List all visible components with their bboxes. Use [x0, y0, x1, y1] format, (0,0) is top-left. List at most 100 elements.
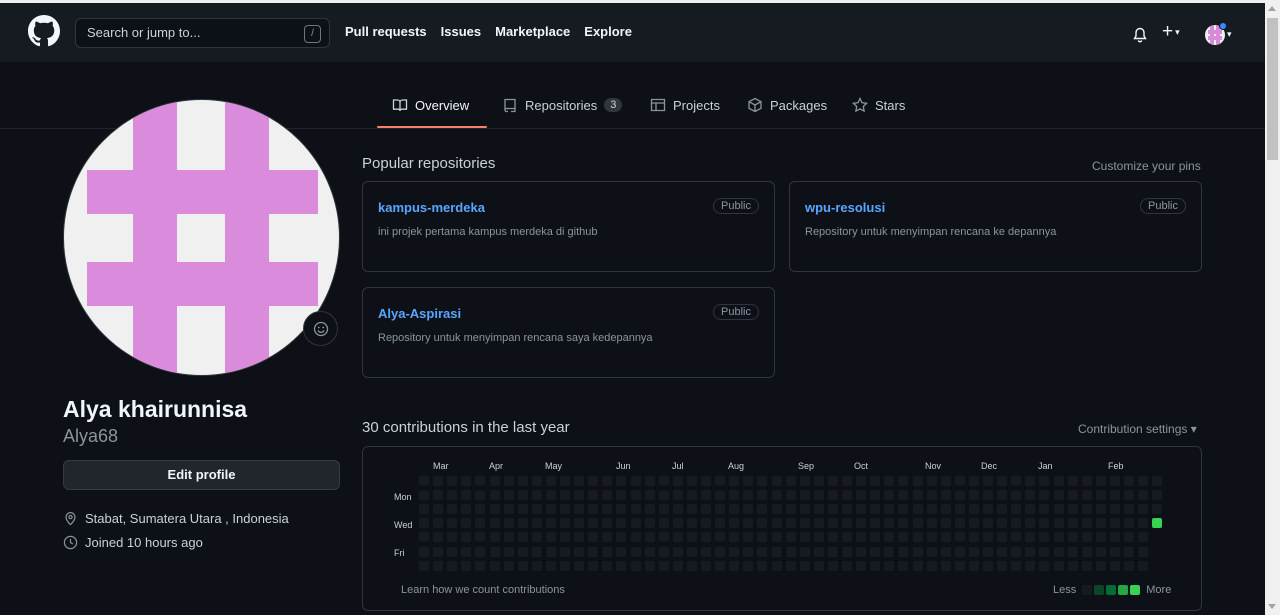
contribution-day[interactable] — [602, 504, 613, 515]
contribution-day[interactable] — [489, 546, 500, 557]
contribution-day[interactable] — [701, 476, 711, 486]
contribution-day[interactable] — [503, 490, 514, 501]
contribution-day[interactable] — [517, 560, 528, 571]
contribution-day[interactable] — [940, 476, 951, 486]
contribution-day[interactable] — [433, 532, 444, 543]
contribution-day[interactable] — [517, 518, 528, 529]
contribution-day[interactable] — [884, 546, 895, 557]
contribution-day[interactable] — [954, 546, 965, 557]
contribution-day[interactable] — [968, 532, 979, 543]
contribution-day[interactable] — [715, 546, 726, 557]
set-status-button[interactable] — [303, 311, 338, 346]
contribution-day[interactable] — [517, 490, 528, 501]
contribution-day[interactable] — [715, 504, 726, 515]
contribution-day[interactable] — [616, 518, 627, 529]
contribution-day[interactable] — [489, 532, 500, 543]
contribution-day[interactable] — [461, 490, 472, 501]
contribution-day[interactable] — [743, 560, 754, 571]
contribution-day[interactable] — [1025, 546, 1036, 557]
contribution-day[interactable] — [940, 490, 951, 501]
contribution-day[interactable] — [799, 476, 810, 486]
contribution-day[interactable] — [1053, 560, 1064, 571]
contribution-day[interactable] — [1124, 532, 1134, 543]
contribution-day[interactable] — [517, 476, 528, 486]
contribution-day[interactable] — [588, 476, 599, 486]
contribution-day[interactable] — [940, 560, 951, 571]
contribution-day[interactable] — [1152, 504, 1163, 515]
contribution-day[interactable] — [686, 490, 697, 501]
contribution-day[interactable] — [1095, 490, 1106, 501]
contribution-day[interactable] — [813, 560, 824, 571]
contribution-day[interactable] — [715, 476, 726, 486]
contribution-day[interactable] — [926, 504, 937, 515]
contribution-day[interactable] — [757, 560, 768, 571]
contribution-day[interactable] — [940, 518, 951, 529]
contribution-day[interactable] — [842, 476, 852, 486]
contribution-day[interactable] — [574, 518, 585, 529]
nav-pull-requests[interactable]: Pull requests — [345, 24, 427, 39]
contribution-day[interactable] — [672, 532, 683, 543]
contribution-day[interactable] — [1053, 490, 1064, 501]
contribution-day[interactable] — [912, 476, 923, 486]
contribution-day[interactable] — [560, 560, 570, 571]
contribution-day[interactable] — [616, 546, 627, 557]
contribution-day[interactable] — [602, 476, 613, 486]
contribution-day[interactable] — [630, 532, 641, 543]
contribution-day[interactable] — [729, 490, 740, 501]
contribution-day[interactable] — [658, 490, 669, 501]
contribution-day[interactable] — [1109, 546, 1120, 557]
contribution-day[interactable] — [447, 532, 458, 543]
contribution-day[interactable] — [870, 518, 881, 529]
profile-avatar[interactable] — [63, 99, 340, 376]
contribution-day[interactable] — [827, 560, 838, 571]
contribution-day[interactable] — [1011, 560, 1022, 571]
contribution-day[interactable] — [658, 546, 669, 557]
contribution-day[interactable] — [588, 546, 599, 557]
contribution-day[interactable] — [602, 490, 613, 501]
contribution-day[interactable] — [1039, 476, 1050, 486]
contribution-day[interactable] — [940, 546, 951, 557]
contribution-settings-dropdown[interactable]: Contribution settings ▾ — [1078, 422, 1197, 436]
contribution-day[interactable] — [1025, 532, 1036, 543]
contribution-day[interactable] — [827, 476, 838, 486]
contribution-day[interactable] — [686, 546, 697, 557]
contribution-day[interactable] — [926, 546, 937, 557]
contribution-day[interactable] — [926, 560, 937, 571]
contribution-day[interactable] — [743, 518, 754, 529]
contribution-day[interactable] — [743, 532, 754, 543]
contribution-day[interactable] — [1053, 476, 1064, 486]
contribution-day[interactable] — [842, 504, 852, 515]
contribution-day[interactable] — [1124, 546, 1134, 557]
contribution-day[interactable] — [785, 532, 796, 543]
contribution-day[interactable] — [757, 532, 768, 543]
contribution-day[interactable] — [954, 504, 965, 515]
contribution-day[interactable] — [771, 532, 782, 543]
nav-marketplace[interactable]: Marketplace — [495, 24, 570, 39]
contribution-day[interactable] — [757, 546, 768, 557]
contribution-day[interactable] — [475, 504, 486, 515]
contribution-day[interactable] — [475, 532, 486, 543]
contribution-day[interactable] — [912, 560, 923, 571]
contribution-day[interactable] — [461, 504, 472, 515]
contribution-day[interactable] — [447, 518, 458, 529]
contribution-day[interactable] — [461, 546, 472, 557]
contribution-day[interactable] — [658, 518, 669, 529]
contribution-day[interactable] — [884, 518, 895, 529]
contribution-day[interactable] — [503, 546, 514, 557]
contribution-day[interactable] — [531, 476, 542, 486]
bell-icon[interactable] — [1132, 26, 1148, 44]
contribution-day[interactable] — [785, 490, 796, 501]
contribution-day[interactable] — [545, 518, 556, 529]
contribution-day[interactable] — [419, 532, 429, 543]
contribution-day[interactable] — [968, 560, 979, 571]
contribution-day[interactable] — [1053, 546, 1064, 557]
contribution-day[interactable] — [574, 546, 585, 557]
contribution-day[interactable] — [545, 476, 556, 486]
github-logo-icon[interactable] — [28, 15, 60, 47]
contribution-day[interactable] — [1081, 476, 1092, 486]
contribution-day[interactable] — [743, 476, 754, 486]
contribution-day[interactable] — [912, 532, 923, 543]
contribution-day[interactable] — [870, 560, 881, 571]
contribution-day[interactable] — [1067, 560, 1078, 571]
contribution-day[interactable] — [898, 504, 909, 515]
